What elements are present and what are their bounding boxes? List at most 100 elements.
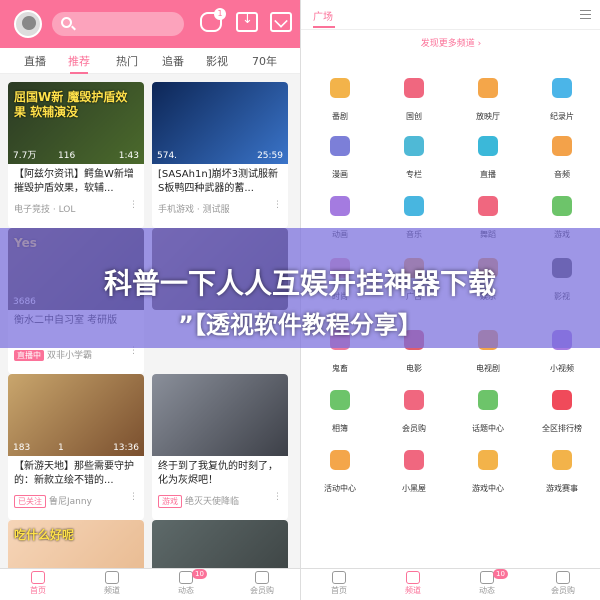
video-thumbnail[interactable]: 183 1 13:36 [8, 374, 144, 456]
category-label: 漫画 [332, 170, 348, 179]
video-card[interactable]: 183 1 13:36 【新游天地】那些需要守护的：新款立绘不错的... 已关注 鲁尼Ja… [8, 374, 144, 520]
home-icon [31, 571, 45, 584]
category-peach[interactable]: 国创 [377, 78, 451, 123]
tab-recommend[interactable]: 推荐 [68, 53, 90, 69]
category-document[interactable]: 专栏 [377, 136, 451, 181]
channel-name: 电子竞技 · LOL [14, 205, 76, 215]
video-meta: 游戏 绝灭天使降临 ⋮ [152, 490, 288, 512]
more-options-icon[interactable]: ⋮ [129, 200, 138, 210]
category-kite[interactable]: 纪录片 [525, 78, 599, 123]
chat-icon [478, 390, 498, 410]
view-count: 183 [13, 443, 31, 453]
page-title[interactable]: 广场 [313, 8, 333, 23]
avatar[interactable] [14, 10, 42, 38]
more-options-icon[interactable]: ⋮ [273, 492, 282, 502]
category-label: 活动中心 [324, 484, 356, 493]
feed-icon [480, 571, 494, 584]
nav-channel[interactable]: 频道 [383, 571, 443, 596]
category-film-reel[interactable]: 放映厅 [451, 78, 525, 123]
video-thumbnail[interactable]: 574. 25:59 [152, 82, 288, 164]
category-flag[interactable]: 活动中心 [303, 450, 377, 495]
channel-name: 绝灭天使降临 [185, 497, 240, 507]
view-count: 574. [157, 151, 178, 161]
headphones-icon [404, 196, 424, 216]
flag-icon [330, 450, 350, 470]
category-gamepad[interactable]: 游戏中心 [451, 450, 525, 495]
category-hat[interactable]: 漫画 [303, 136, 377, 181]
camera-icon [478, 136, 498, 156]
channel-name: 手机游戏 · 测试服 [158, 205, 230, 215]
title-underline [313, 26, 335, 28]
right-header: 广场 [301, 0, 600, 30]
category-label: 游戏中心 [472, 484, 504, 493]
category-label: 电影 [406, 364, 422, 373]
tab-anime[interactable]: 追番 [162, 53, 184, 69]
category-label: 国创 [406, 112, 422, 121]
shop-icon [556, 571, 570, 584]
status-badge: 已关注 [14, 495, 46, 508]
left-header: 1 [0, 0, 300, 48]
video-duration: 1:43 [118, 151, 139, 161]
search-input[interactable] [52, 12, 184, 36]
mail-icon[interactable] [270, 12, 292, 32]
category-music[interactable]: 音频 [525, 136, 599, 181]
document-icon [404, 136, 424, 156]
nav-channel[interactable]: 频道 [82, 571, 142, 596]
nav-home-label: 首页 [331, 586, 347, 595]
nav-feed-label: 动态 [178, 586, 194, 595]
category-ban[interactable]: 小黑屋 [377, 450, 451, 495]
tab-hot[interactable]: 热门 [116, 53, 138, 69]
nav-home[interactable]: 首页 [309, 571, 369, 596]
video-meta: 已关注 鲁尼Janny ⋮ [8, 490, 144, 512]
category-photo[interactable]: 相簿 [303, 390, 377, 435]
creeper-icon [552, 196, 572, 216]
nav-home[interactable]: 首页 [8, 571, 68, 596]
video-meta: 电子竞技 · LOL ⋮ [8, 198, 144, 219]
category-label: 游戏赛事 [546, 484, 578, 493]
nav-feed-badge: 10 [192, 569, 207, 579]
discover-more-link[interactable]: 发现更多频道 › [301, 36, 600, 49]
feed-icon [179, 571, 193, 584]
trophy-icon [552, 390, 572, 410]
photo-icon [330, 390, 350, 410]
notification-badge: 1 [214, 8, 226, 20]
video-card[interactable]: 屈国W新 魔毁护盾效果 软辅演没 7.7万 116 1:43 【阿兹尔资讯】鳄鱼W新增摧… [8, 82, 144, 228]
more-options-icon[interactable]: ⋮ [273, 200, 282, 210]
category-cup[interactable]: 游戏赛事 [525, 450, 599, 495]
category-chat[interactable]: 话题中心 [451, 390, 525, 435]
category-label: 话题中心 [472, 424, 504, 433]
video-thumbnail[interactable]: 屈国W新 魔毁护盾效果 软辅演没 7.7万 116 1:43 [8, 82, 144, 164]
nav-feed[interactable]: 10 动态 [457, 569, 517, 596]
status-badge: 游戏 [158, 495, 182, 508]
active-tab-indicator [70, 72, 88, 74]
nav-feed-badge: 10 [493, 569, 508, 579]
category-camera[interactable]: 直播 [451, 136, 525, 181]
nav-home-label: 首页 [30, 586, 46, 595]
cup-icon [552, 450, 572, 470]
menu-icon[interactable] [580, 10, 591, 19]
comment-count: 1 [58, 443, 64, 453]
tab-70[interactable]: 70年 [252, 53, 277, 69]
video-card[interactable]: 574. 25:59 [SASAh1n]崩坏3测试服新S板鸭四种武器的蓄... 手机游… [152, 82, 288, 228]
category-trophy[interactable]: 全区排行榜 [525, 390, 599, 435]
tab-film[interactable]: 影视 [206, 53, 228, 69]
tab-live[interactable]: 直播 [24, 53, 46, 69]
video-title: 终于到了我复仇的时刻了，化为灰烬吧！ [158, 461, 278, 486]
video-thumbnail[interactable] [152, 374, 288, 456]
view-count: 7.7万 [13, 151, 37, 161]
nav-feed[interactable]: 10 动态 [156, 569, 216, 596]
nav-shop[interactable]: 会员购 [232, 571, 292, 596]
hat-icon [330, 136, 350, 156]
nav-shop[interactable]: 会员购 [533, 571, 593, 596]
video-duration: 25:59 [257, 151, 283, 161]
download-icon[interactable] [236, 12, 258, 32]
category-tv[interactable]: 番剧 [303, 78, 377, 123]
category-shopping-bag[interactable]: 会员购 [377, 390, 451, 435]
more-options-icon[interactable]: ⋮ [129, 492, 138, 502]
bottom-nav: 首页 频道 10 动态 会员购 [0, 568, 300, 600]
video-card[interactable]: 终于到了我复仇的时刻了，化为灰烬吧！ 游戏 绝灭天使降临 ⋮ [152, 374, 288, 520]
play-icon [330, 196, 350, 216]
tab-bar: 直播 推荐 热门 追番 影视 70年 [0, 48, 300, 74]
category-label: 会员购 [402, 424, 426, 433]
category-label: 全区排行榜 [542, 424, 582, 433]
